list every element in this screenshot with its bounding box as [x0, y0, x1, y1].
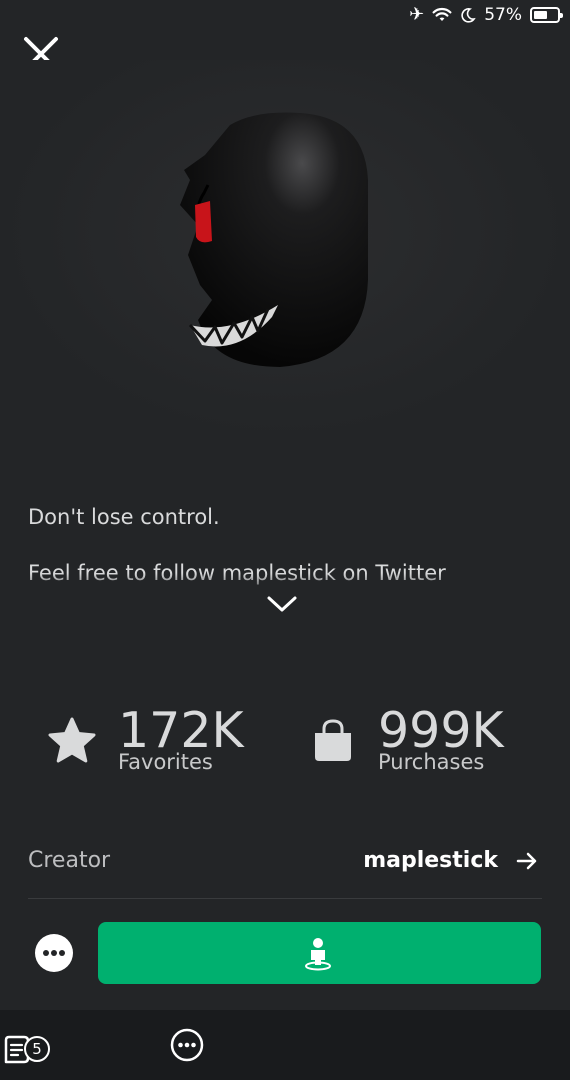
bottom-nav-bar: 5	[0, 1010, 570, 1080]
status-bar: ✈ 57%	[0, 0, 570, 30]
battery-icon	[530, 7, 563, 23]
nav-more-button[interactable]	[170, 1028, 204, 1062]
avatar-try-on-icon	[305, 938, 331, 971]
airplane-icon: ✈	[409, 4, 425, 25]
creator-label: Creator	[28, 848, 111, 873]
chat-button[interactable]: 5	[2, 1030, 50, 1070]
purchases-label: Purchases	[378, 750, 485, 774]
moon-icon	[461, 8, 476, 23]
expand-description-button[interactable]	[263, 588, 301, 618]
wifi-icon	[432, 7, 452, 21]
battery-level-fill	[534, 11, 547, 19]
shopping-bag-icon	[315, 719, 351, 761]
creator-name-link[interactable]: maplestick	[363, 848, 498, 873]
more-options-button[interactable]	[35, 934, 73, 972]
chevron-down-icon	[267, 596, 297, 612]
star-icon	[48, 717, 96, 763]
item-preview	[0, 60, 570, 440]
try-on-button[interactable]	[98, 922, 541, 984]
more-circle-icon	[170, 1028, 204, 1062]
more-dot	[59, 950, 65, 956]
favorites-label: Favorites	[118, 750, 213, 774]
creator-row[interactable]: Creator maplestick	[28, 838, 542, 899]
description-line: Don't lose control.	[28, 505, 220, 529]
battery-percent: 57%	[484, 5, 522, 25]
chat-badge: 5	[24, 1036, 50, 1062]
arrow-right-icon	[516, 852, 537, 870]
more-dot	[43, 950, 49, 956]
item-stats: 172K Favorites 999K Purchases	[0, 700, 570, 780]
purchases-stat: 999K Purchases	[312, 700, 552, 780]
favorites-stat: 172K Favorites	[46, 700, 296, 780]
black-hood-head-icon	[180, 112, 368, 367]
status-icons: ✈ 57%	[409, 3, 563, 27]
more-dot	[51, 950, 57, 956]
